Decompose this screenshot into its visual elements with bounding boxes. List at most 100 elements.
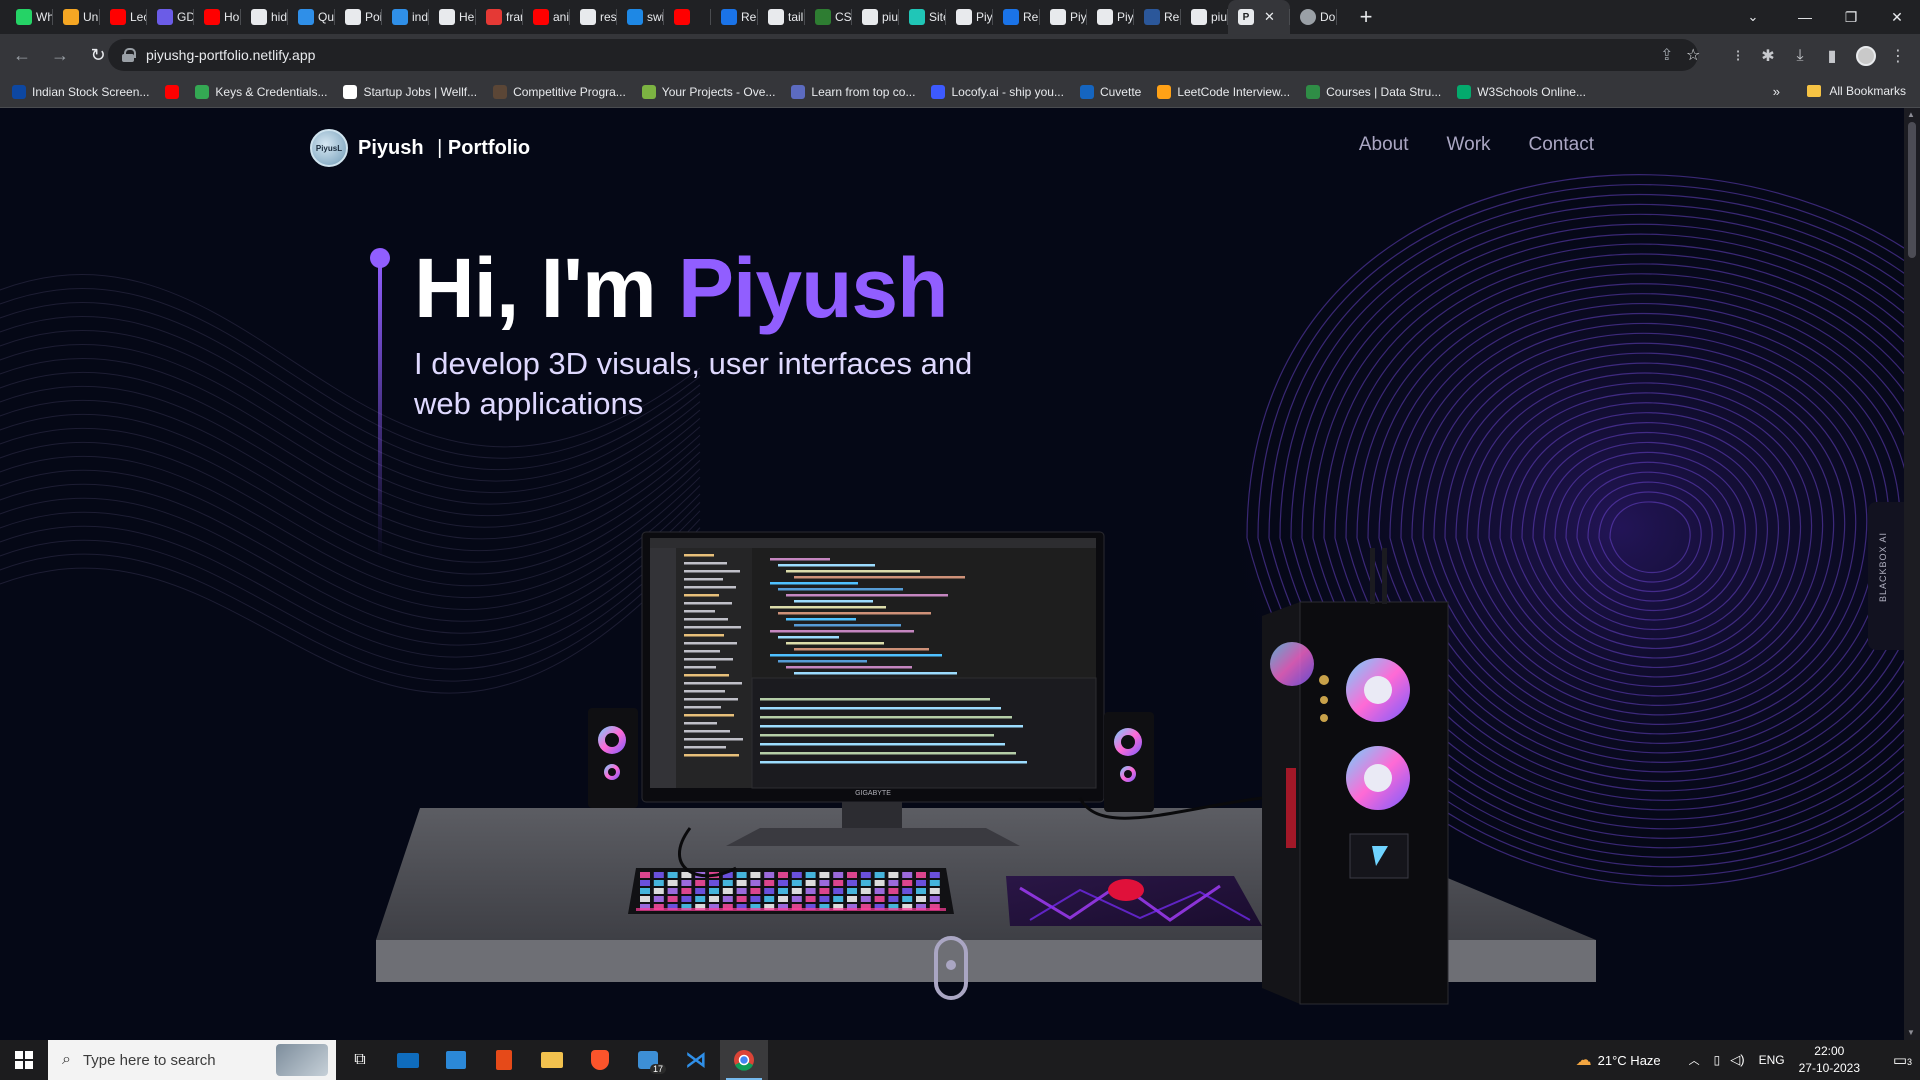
bookmark-item[interactable]: Cuvette xyxy=(1079,84,1141,99)
start-button[interactable] xyxy=(0,1040,48,1080)
browser-tab[interactable]: Ren xyxy=(711,0,758,34)
browser-tab[interactable]: ani xyxy=(523,0,570,34)
bookmark-item[interactable]: Indian Stock Screen... xyxy=(12,84,149,99)
keyboard-key xyxy=(709,880,719,886)
code-line xyxy=(786,642,884,645)
bookmark-item[interactable]: Startup Jobs | Wellf... xyxy=(343,84,477,99)
browser-tab[interactable]: CSS xyxy=(805,0,852,34)
new-tab-button[interactable]: + xyxy=(1349,0,1383,34)
active-tab[interactable]: P ✕ xyxy=(1228,0,1290,34)
bookmark-item[interactable] xyxy=(165,84,180,99)
all-bookmarks-button[interactable]: All Bookmarks xyxy=(1807,84,1906,98)
bookmark-item[interactable]: W3Schools Online... xyxy=(1457,84,1586,99)
network-icon[interactable]: ▯ xyxy=(1714,1053,1721,1067)
clock-time: 22:00 xyxy=(1814,1044,1845,1058)
browser-tab[interactable]: Piy xyxy=(946,0,993,34)
browser-tab[interactable]: swi xyxy=(617,0,664,34)
clock[interactable]: 22:00 27-10-2023 xyxy=(1799,1043,1860,1077)
browser-tab[interactable]: Do xyxy=(1290,0,1337,34)
browser-tab[interactable]: piu xyxy=(1181,0,1228,34)
bookmark-item[interactable]: Keys & Credentials... xyxy=(195,84,327,99)
browser-tab[interactable]: Res xyxy=(1134,0,1181,34)
keyboard-key xyxy=(929,872,940,878)
language-indicator[interactable]: ENG xyxy=(1759,1053,1785,1067)
keyboard-key xyxy=(916,896,926,902)
keyboard-key xyxy=(847,896,857,902)
notifications-button[interactable]: ▭ 3 xyxy=(1880,1051,1920,1069)
url-text[interactable]: piyushg-portfolio.netlify.app xyxy=(146,47,315,63)
file-explorer-app[interactable] xyxy=(528,1040,576,1080)
app-with-badge[interactable]: 17 xyxy=(624,1040,672,1080)
page-scrollbar[interactable]: ▲ ▼ xyxy=(1904,108,1920,1040)
keyboard-key xyxy=(805,888,816,894)
scroll-down-arrow-icon[interactable]: ▼ xyxy=(1907,1028,1915,1037)
extension-pin-icon[interactable]: ⁝ xyxy=(1724,44,1752,68)
scroll-thumb[interactable] xyxy=(1908,122,1916,258)
keyboard-key xyxy=(819,896,830,902)
tray-chevron-icon[interactable]: ︿ xyxy=(1689,1052,1700,1068)
bookmark-item[interactable]: Your Projects - Ove... xyxy=(641,84,775,99)
browser-tab[interactable] xyxy=(664,0,711,34)
vscode-app[interactable]: ⋊ xyxy=(672,1040,720,1080)
download-icon[interactable]: ⤓ xyxy=(1786,44,1814,68)
keyboard-key xyxy=(764,896,775,902)
browser-tab[interactable]: Uni xyxy=(53,0,100,34)
browser-tab[interactable]: Ho xyxy=(194,0,241,34)
browser-tab[interactable]: ind xyxy=(382,0,429,34)
restore-button[interactable]: ❐ xyxy=(1828,0,1874,34)
browser-tab[interactable]: Lec xyxy=(100,0,147,34)
weather-icon[interactable]: ☁ xyxy=(1576,1050,1592,1070)
side-panel-icon[interactable]: ▮ xyxy=(1818,44,1846,68)
browser-tab[interactable]: Her xyxy=(429,0,476,34)
task-view-button[interactable]: ⧉ xyxy=(336,1040,384,1080)
forward-button[interactable]: → xyxy=(44,39,76,71)
bookmark-item[interactable]: LeetCode Interview... xyxy=(1157,84,1290,99)
browser-tab[interactable]: hid xyxy=(241,0,288,34)
extensions-puzzle-icon[interactable]: ✱ xyxy=(1754,44,1782,68)
close-window-button[interactable]: ✕ xyxy=(1874,0,1920,34)
store-app[interactable] xyxy=(432,1040,480,1080)
close-tab-icon[interactable]: ✕ xyxy=(1264,9,1275,25)
address-bar[interactable]: piyushg-portfolio.netlify.app ⇪ ☆ xyxy=(108,39,1700,71)
blackbox-ai-widget[interactable]: BLACKBOX AI xyxy=(1868,502,1904,650)
tab-search-chevron-icon[interactable]: ⌄ xyxy=(1736,0,1770,34)
keyboard-key xyxy=(902,896,913,902)
browser-menu-icon[interactable]: ⋮ xyxy=(1884,44,1912,68)
keyboard-key xyxy=(653,888,664,894)
browser-tab[interactable]: fran xyxy=(476,0,523,34)
bookmark-star-icon[interactable]: ☆ xyxy=(1686,45,1700,65)
office-app[interactable] xyxy=(480,1040,528,1080)
volume-icon[interactable]: ◁) xyxy=(1730,1052,1744,1068)
browser-tab[interactable]: Piy xyxy=(1087,0,1134,34)
browser-tab[interactable]: Piy xyxy=(1040,0,1087,34)
word-icon xyxy=(1144,9,1160,25)
computer-desk-3d-scene[interactable]: GIGABYTE xyxy=(0,108,1904,1040)
scroll-down-indicator[interactable] xyxy=(934,936,968,1000)
chrome-app[interactable] xyxy=(720,1040,768,1080)
browser-tab[interactable]: Site xyxy=(899,0,946,34)
back-button[interactable]: ← xyxy=(6,39,38,71)
browser-tab[interactable]: Ren xyxy=(993,0,1040,34)
bookmark-item[interactable]: Locofy.ai - ship you... xyxy=(931,84,1064,99)
mail-app[interactable] xyxy=(384,1040,432,1080)
bookmark-item[interactable]: Learn from top co... xyxy=(791,84,915,99)
browser-tab[interactable]: piu xyxy=(852,0,899,34)
taskbar-search-box[interactable]: ⌕ Type here to search xyxy=(48,1040,336,1080)
brave-app[interactable] xyxy=(576,1040,624,1080)
browser-tab[interactable]: Wh xyxy=(6,0,53,34)
browser-tab[interactable]: GD xyxy=(147,0,194,34)
vscode-icon: ⋊ xyxy=(685,1047,707,1072)
scroll-up-arrow-icon[interactable]: ▲ xyxy=(1907,110,1915,119)
bookmark-item[interactable]: Courses | Data Stru... xyxy=(1306,84,1441,99)
browser-tab[interactable]: Poi xyxy=(335,0,382,34)
weather-text[interactable]: 21°C Haze xyxy=(1598,1053,1661,1068)
bookmarks-overflow-chevron-icon[interactable]: » xyxy=(1773,84,1780,99)
share-icon[interactable]: ⇪ xyxy=(1660,45,1673,65)
minimize-button[interactable]: — xyxy=(1782,0,1828,34)
browser-tab[interactable]: res xyxy=(570,0,617,34)
profile-avatar[interactable] xyxy=(1852,44,1880,68)
left-speaker xyxy=(588,708,638,808)
bookmark-item[interactable]: Competitive Progra... xyxy=(493,84,626,99)
browser-tab[interactable]: Qu xyxy=(288,0,335,34)
browser-tab[interactable]: tail xyxy=(758,0,805,34)
